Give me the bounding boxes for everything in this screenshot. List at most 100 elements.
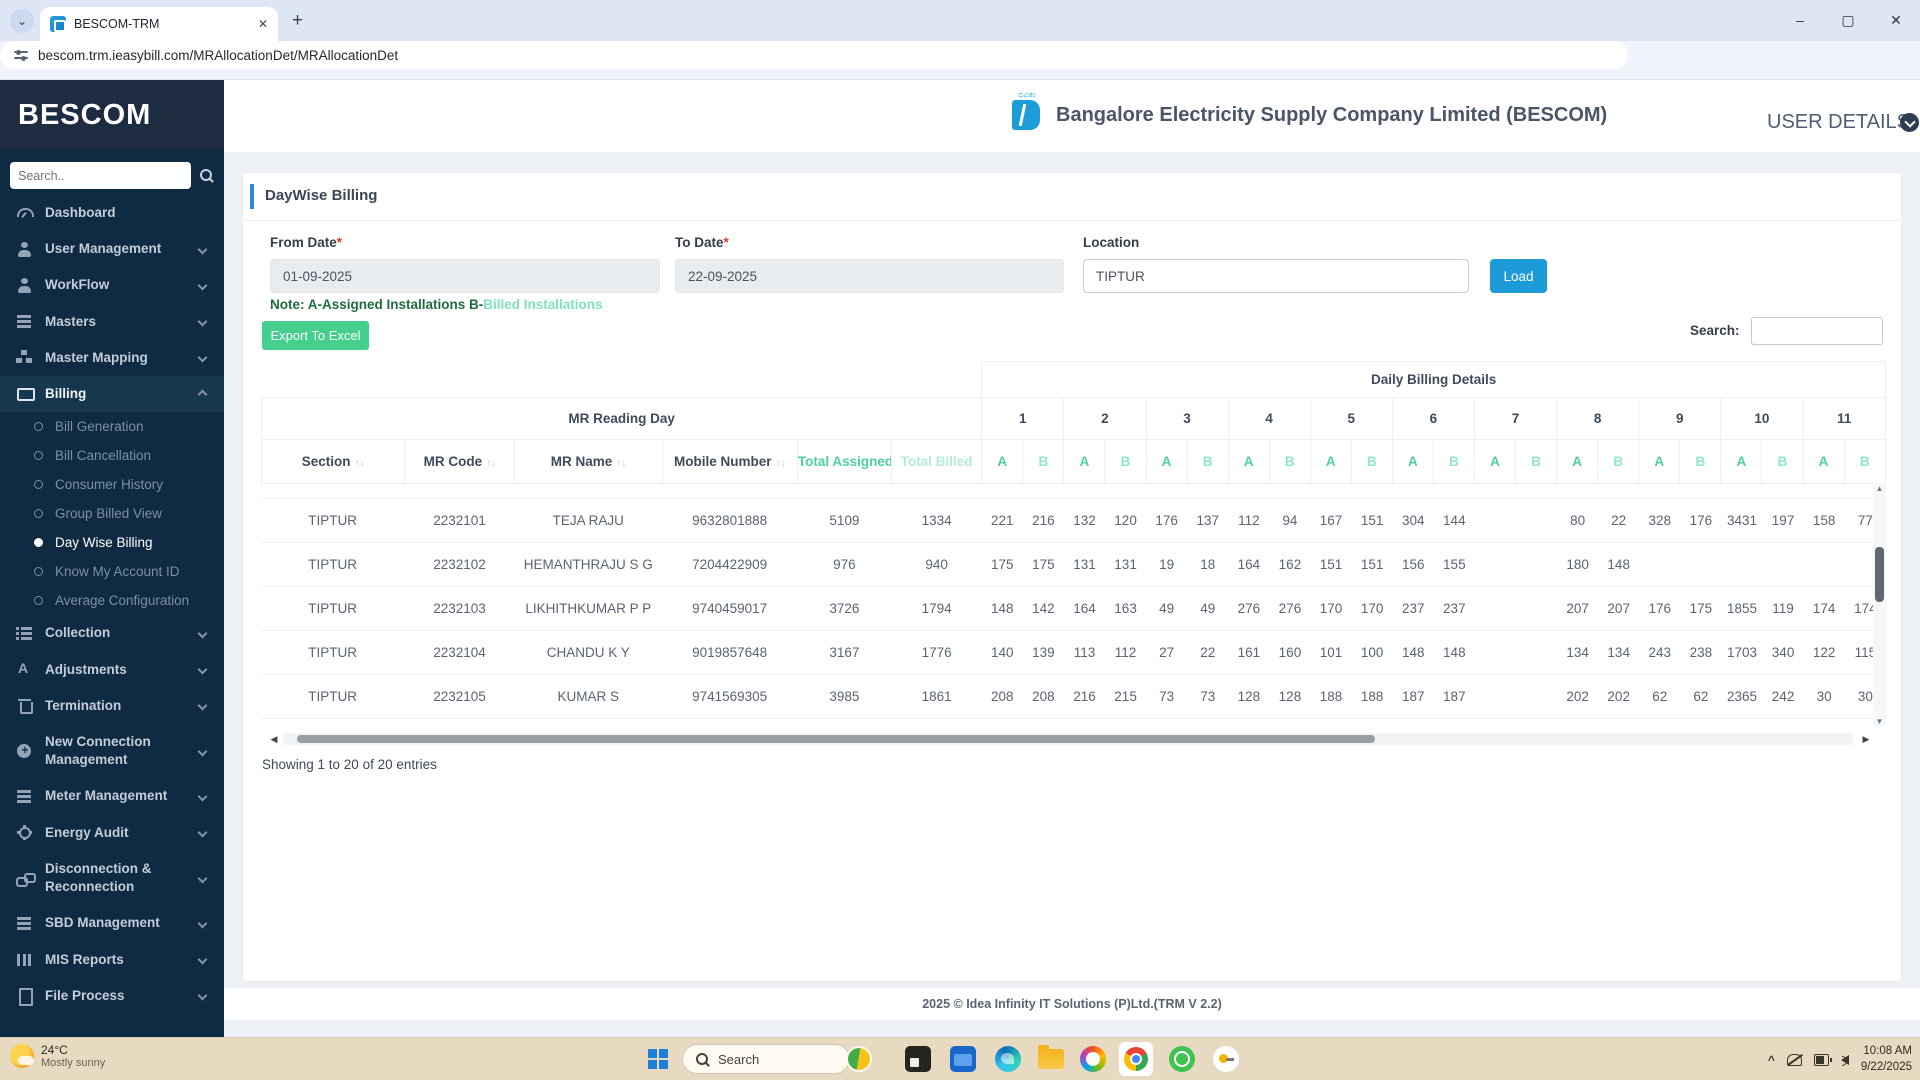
sidebar-item-new-connection-management[interactable]: New Connection Management xyxy=(0,724,224,778)
cell-day-billed xyxy=(1762,542,1804,587)
vertical-scroll-thumb[interactable] xyxy=(1875,547,1884,602)
sidebar-item-billing[interactable]: Billing xyxy=(0,376,224,413)
monitor-icon xyxy=(16,387,35,402)
edge-icon[interactable] xyxy=(995,1046,1021,1072)
col-header-mr-name[interactable]: MR Name ↑↓ xyxy=(514,439,663,484)
col-header-mobile-number[interactable]: Mobile Number ↑↓ xyxy=(661,439,798,484)
user-details-label[interactable]: USER DETAILS xyxy=(1767,111,1910,134)
scroll-up-icon[interactable]: ▲ xyxy=(1873,484,1886,493)
tab-favicon-icon xyxy=(50,16,66,32)
to-date-input[interactable] xyxy=(675,259,1064,293)
cell-day-assigned: 158 xyxy=(1803,498,1845,543)
sidebar-menu: Dashboard User Management WorkFlow Masters M… xyxy=(0,195,224,1014)
cell-mr-name: CHANDU K Y xyxy=(514,630,662,675)
tab-close-icon[interactable]: ✕ xyxy=(258,17,268,31)
bullet-icon xyxy=(34,567,43,577)
col-header-section[interactable]: Section ↑↓ xyxy=(260,439,406,484)
start-button[interactable] xyxy=(648,1049,668,1069)
sidebar-subitem-bill-generation[interactable]: Bill Generation xyxy=(0,412,224,441)
cell-day-assigned: 1855 xyxy=(1721,586,1763,631)
taskbar-clock[interactable]: 10:08 AM 9/22/2025 xyxy=(1861,1044,1912,1075)
sidebar-item-file-process[interactable]: File Process xyxy=(0,978,224,1014)
load-button[interactable]: Load xyxy=(1490,259,1547,293)
location-input[interactable] xyxy=(1083,259,1469,293)
file-explorer-icon[interactable] xyxy=(1038,1045,1064,1069)
scroll-down-icon[interactable]: ▼ xyxy=(1873,717,1886,726)
sidebar-item-masters[interactable]: Masters xyxy=(0,304,224,340)
scroll-left-icon[interactable]: ◀ xyxy=(267,733,281,745)
search-icon[interactable] xyxy=(199,168,214,183)
chrome-active-app[interactable] xyxy=(1119,1042,1153,1076)
tray-chevron-icon[interactable]: ^ xyxy=(1768,1053,1775,1067)
vertical-scrollbar[interactable]: ▲ ▼ xyxy=(1873,483,1886,727)
taskbar-search[interactable]: Search xyxy=(682,1044,850,1074)
sidebar-item-disconnection-reconnection[interactable]: Disconnection & Reconnection xyxy=(0,851,224,905)
sidebar-item-energy-audit[interactable]: Energy Audit xyxy=(0,815,224,851)
sidebar-search xyxy=(10,162,214,189)
table-search-input[interactable] xyxy=(1751,317,1883,345)
cell-day-billed: 151 xyxy=(1351,498,1393,543)
sidebar-item-collection[interactable]: Collection xyxy=(0,615,224,651)
dashboard-icon xyxy=(16,206,34,221)
cell-day-assigned: 128 xyxy=(1228,674,1270,719)
horizontal-scrollbar[interactable] xyxy=(283,733,1853,745)
sidebar-item-dashboard[interactable]: Dashboard xyxy=(0,195,224,231)
whatsapp-icon[interactable] xyxy=(1169,1046,1195,1072)
sidebar-subitem-know-my-account-id[interactable]: Know My Account ID xyxy=(0,557,224,586)
msn-weather-icon[interactable] xyxy=(846,1046,872,1072)
sidebar-item-sbd-management[interactable]: SBD Management xyxy=(0,905,224,941)
day-column-header: 8 xyxy=(1556,397,1640,440)
day-column-header: 1 xyxy=(981,397,1065,440)
window-close-button[interactable]: ✕ xyxy=(1872,0,1920,41)
cell-day-billed: 276 xyxy=(1269,586,1311,631)
sidebar-subitem-consumer-history[interactable]: Consumer History xyxy=(0,470,224,499)
cell-day-billed: 128 xyxy=(1269,674,1311,719)
url-text[interactable]: bescom.trm.ieasybill.com/MRAllocationDet… xyxy=(38,48,398,63)
sidebar-subitem-label: Group Billed View xyxy=(55,506,163,522)
chevron-down-icon xyxy=(197,954,208,965)
user-details-chevron-icon[interactable] xyxy=(1900,113,1919,132)
weather-temp: 24°C xyxy=(41,1043,68,1057)
cell-total-billed: 1776 xyxy=(891,630,982,675)
browser-tab[interactable]: BESCOM-TRM ✕ xyxy=(40,7,278,41)
window-maximize-button[interactable]: ▢ xyxy=(1824,0,1872,41)
do-not-disturb-icon[interactable] xyxy=(1786,1053,1802,1066)
password-manager-icon[interactable] xyxy=(1213,1046,1239,1072)
sidebar-item-adjustments[interactable]: Adjustments xyxy=(0,652,224,688)
sidebar-subitem-day-wise-billing[interactable]: Day Wise Billing xyxy=(0,528,224,557)
app-icon-blue[interactable] xyxy=(950,1046,976,1072)
sidebar-item-user-management[interactable]: User Management xyxy=(0,231,224,267)
sidebar-item-workflow[interactable]: WorkFlow xyxy=(0,267,224,303)
cell-day-assigned: 328 xyxy=(1639,498,1681,543)
sidebar-subitem-bill-cancellation[interactable]: Bill Cancellation xyxy=(0,441,224,470)
sidebar-item-mis-reports[interactable]: MIS Reports xyxy=(0,942,224,978)
new-tab-button[interactable]: + xyxy=(292,10,303,32)
cell-day-assigned xyxy=(1474,483,1516,499)
sidebar-search-input[interactable] xyxy=(10,162,192,189)
sidebar-subitem-group-billed-view[interactable]: Group Billed View xyxy=(0,499,224,528)
billing-table-body[interactable]: NONAVINAKERE OMU2232308ARAVINDA961188728… xyxy=(261,483,1887,727)
battery-icon[interactable] xyxy=(1813,1053,1832,1066)
cell-day-billed: 137 xyxy=(1187,498,1229,543)
widgets-app-icon[interactable] xyxy=(905,1046,931,1072)
window-minimize-button[interactable]: – xyxy=(1776,0,1824,41)
sidebar-item-termination[interactable]: Termination xyxy=(0,688,224,724)
bullet-icon xyxy=(34,480,43,490)
address-bar[interactable]: bescom.trm.ieasybill.com/MRAllocationDet… xyxy=(0,41,1628,69)
table-search-label: Search: xyxy=(1690,323,1740,338)
export-to-excel-button[interactable]: Export To Excel xyxy=(262,321,369,350)
scroll-right-icon[interactable]: ▶ xyxy=(1859,733,1873,745)
site-info-icon[interactable] xyxy=(14,49,28,61)
day-column-header: 11 xyxy=(1802,397,1886,440)
cell-day-assigned: 156 xyxy=(1392,542,1434,587)
copilot-icon[interactable] xyxy=(1080,1046,1106,1072)
weather-widget[interactable]: 24°C Mostly sunny xyxy=(10,1043,105,1069)
tab-search-chevron-icon[interactable]: ⌄ xyxy=(10,9,34,33)
speaker-icon[interactable] xyxy=(1840,1054,1849,1066)
sidebar-item-master-mapping[interactable]: Master Mapping xyxy=(0,340,224,376)
col-header-mr-code[interactable]: MR Code ↑↓ xyxy=(404,439,516,484)
sidebar-subitem-average-configuration[interactable]: Average Configuration xyxy=(0,586,224,615)
horizontal-scroll-thumb[interactable] xyxy=(297,735,1375,743)
from-date-input[interactable] xyxy=(270,259,660,293)
sidebar-item-meter-management[interactable]: Meter Management xyxy=(0,778,224,814)
